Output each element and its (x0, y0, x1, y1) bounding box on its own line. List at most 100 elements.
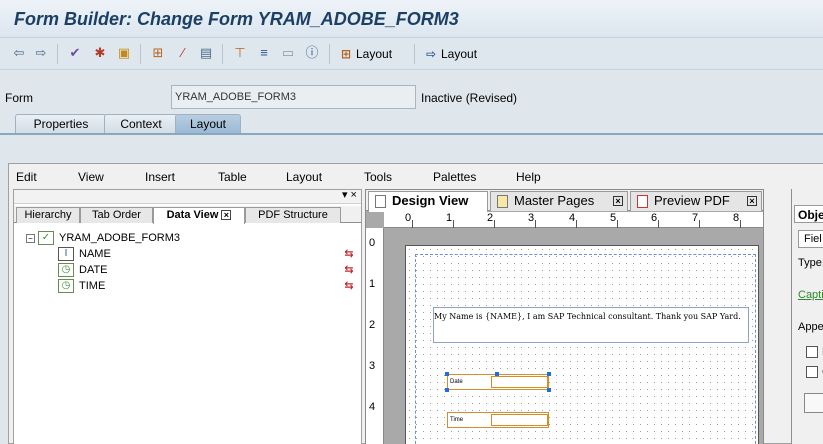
resize-handle[interactable] (547, 372, 551, 376)
form-label: Form (5, 91, 33, 105)
close-icon[interactable]: × (613, 196, 623, 206)
ruler-label: 1 (369, 278, 376, 290)
menu-help[interactable]: Help (516, 170, 541, 184)
type-label: Type: (798, 257, 823, 269)
horizontal-ruler: 0 1 2 3 4 5 6 7 8 (384, 212, 763, 228)
layout-button-1[interactable]: ⊞ Layout (339, 44, 392, 64)
menu-insert[interactable]: Insert (145, 170, 175, 184)
tree-item-date[interactable]: ◷ DATE (58, 262, 108, 278)
tree-item-name[interactable]: I NAME (58, 246, 111, 262)
tab-pdf-structure[interactable]: PDF Structure (245, 207, 341, 223)
tree-item-label: NAME (79, 248, 111, 260)
tab-object[interactable]: Obje (794, 205, 823, 223)
tab-data-view[interactable]: Data View × (153, 207, 245, 224)
tab-properties[interactable]: Properties (15, 114, 107, 134)
form-status: Inactive (Revised) (421, 91, 518, 105)
static-text-box[interactable]: My Name is {NAME}, I am SAP Technical co… (433, 307, 749, 343)
time-field-icon: ◷ (58, 279, 74, 294)
resize-handle[interactable] (495, 372, 499, 376)
binding-icon[interactable]: ⇆ (341, 247, 357, 261)
palette-tabs: Hierarchy Tab Order Data View × PDF Struc… (14, 206, 361, 224)
ruler-label: 6 (651, 212, 658, 224)
menu-layout[interactable]: Layout (286, 170, 322, 184)
tab-preview-pdf[interactable]: Preview PDF × (630, 191, 762, 211)
caption-link[interactable]: Captio (798, 289, 823, 301)
close-icon[interactable]: × (747, 196, 757, 206)
time-input[interactable] (491, 414, 548, 426)
checkbox-2[interactable] (806, 366, 818, 378)
design-canvas[interactable]: My Name is {NAME}, I am SAP Technical co… (385, 229, 763, 444)
data-view-palette: ▾ × Hierarchy Tab Order Data View × PDF S… (13, 189, 362, 444)
ruler-label: 7 (692, 212, 699, 224)
back-icon[interactable]: ⇦ (11, 45, 27, 61)
resize-handle[interactable] (547, 388, 551, 392)
palette-button[interactable] (804, 393, 823, 413)
palette-close-icon[interactable]: ▾ × (342, 188, 357, 201)
tab-master-pages[interactable]: Master Pages × (490, 191, 628, 211)
binding-icon[interactable]: ⇆ (341, 263, 357, 277)
window-title: Form Builder: Change Form YRAM_ADOBE_FOR… (14, 9, 459, 29)
tree-item-label: DATE (79, 264, 108, 276)
static-text: My Name is {NAME}, I am SAP Technical co… (434, 312, 741, 321)
test-icon[interactable]: ▣ (116, 45, 132, 61)
tab-divider (0, 133, 823, 135)
tab-preview-pdf-label: Preview PDF (654, 193, 730, 208)
toolbar-separator (414, 44, 415, 64)
ruler-label: 0 (369, 237, 376, 249)
hierarchy-icon[interactable]: ⊞ (150, 45, 166, 61)
date-field[interactable]: Date (447, 374, 549, 390)
resize-handle[interactable] (445, 388, 449, 392)
ruler-label: 8 (733, 212, 740, 224)
activate-icon[interactable]: ✱ (92, 45, 108, 61)
tab-hierarchy[interactable]: Hierarchy (16, 207, 80, 223)
pdf-icon (637, 195, 648, 209)
tab-data-view-label: Data View (166, 209, 219, 221)
ruler-tick (617, 220, 618, 228)
vertical-ruler: 0 1 2 3 4 (366, 228, 384, 444)
tab-field[interactable]: Fiel (798, 230, 823, 248)
menu-palettes[interactable]: Palettes (433, 170, 476, 184)
tab-layout[interactable]: Layout (175, 114, 241, 134)
tab-design-view-label: Design View (392, 193, 469, 208)
menu-tools[interactable]: Tools (364, 170, 392, 184)
menu-edit[interactable]: Edit (16, 170, 37, 184)
forward-icon[interactable]: ⇨ (33, 45, 49, 61)
form-node-icon: ✓ (38, 231, 54, 246)
ruler-tick (494, 220, 495, 228)
checkbox-1[interactable] (806, 346, 818, 358)
menu-view[interactable]: View (78, 170, 104, 184)
title-bar: Form Builder: Change Form YRAM_ADOBE_FOR… (0, 0, 823, 38)
close-icon[interactable]: × (221, 210, 232, 221)
ruler-label: 2 (369, 319, 376, 331)
tab-context[interactable]: Context (104, 114, 178, 134)
layout-button-2[interactable]: ⇨ Layout (424, 44, 477, 64)
date-input[interactable] (491, 376, 548, 388)
form-name-field[interactable]: YRAM_ADOBE_FORM3 (171, 85, 416, 109)
master-page-icon (497, 195, 508, 209)
binding-icon[interactable]: ⇆ (341, 279, 357, 293)
form-page[interactable]: My Name is {NAME}, I am SAP Technical co… (405, 245, 759, 444)
tree-item-time[interactable]: ◷ TIME (58, 278, 105, 294)
ruler-tick (535, 220, 536, 228)
time-field[interactable]: Time (447, 412, 549, 428)
ruler-label: 4 (569, 212, 576, 224)
tree-icon[interactable]: ⊤ (232, 45, 248, 61)
ruler-tick (412, 220, 413, 228)
print-icon[interactable]: ▤ (198, 45, 214, 61)
resize-handle[interactable] (445, 372, 449, 376)
collapse-icon[interactable]: − (26, 233, 35, 243)
ruler-label: 3 (528, 212, 535, 224)
tab-tab-order[interactable]: Tab Order (80, 207, 153, 223)
check-icon[interactable]: ✔ (67, 45, 83, 61)
form-designer: Edit View Insert Table Layout Tools Pale… (8, 163, 823, 444)
wand-icon[interactable]: ⁄ (175, 45, 191, 61)
info-icon[interactable]: ⓘ (304, 45, 320, 61)
object-palette: Obje Fiel Type: Captio Appear L C (791, 189, 823, 444)
window-icon[interactable]: ▭ (280, 45, 296, 61)
tree-root[interactable]: − ✓ YRAM_ADOBE_FORM3 (26, 230, 180, 246)
ruler-tick (740, 220, 741, 228)
align-icon[interactable]: ≡ (256, 45, 272, 61)
ruler-label: 5 (610, 212, 617, 224)
menu-table[interactable]: Table (218, 170, 247, 184)
tab-design-view[interactable]: Design View (368, 191, 488, 212)
